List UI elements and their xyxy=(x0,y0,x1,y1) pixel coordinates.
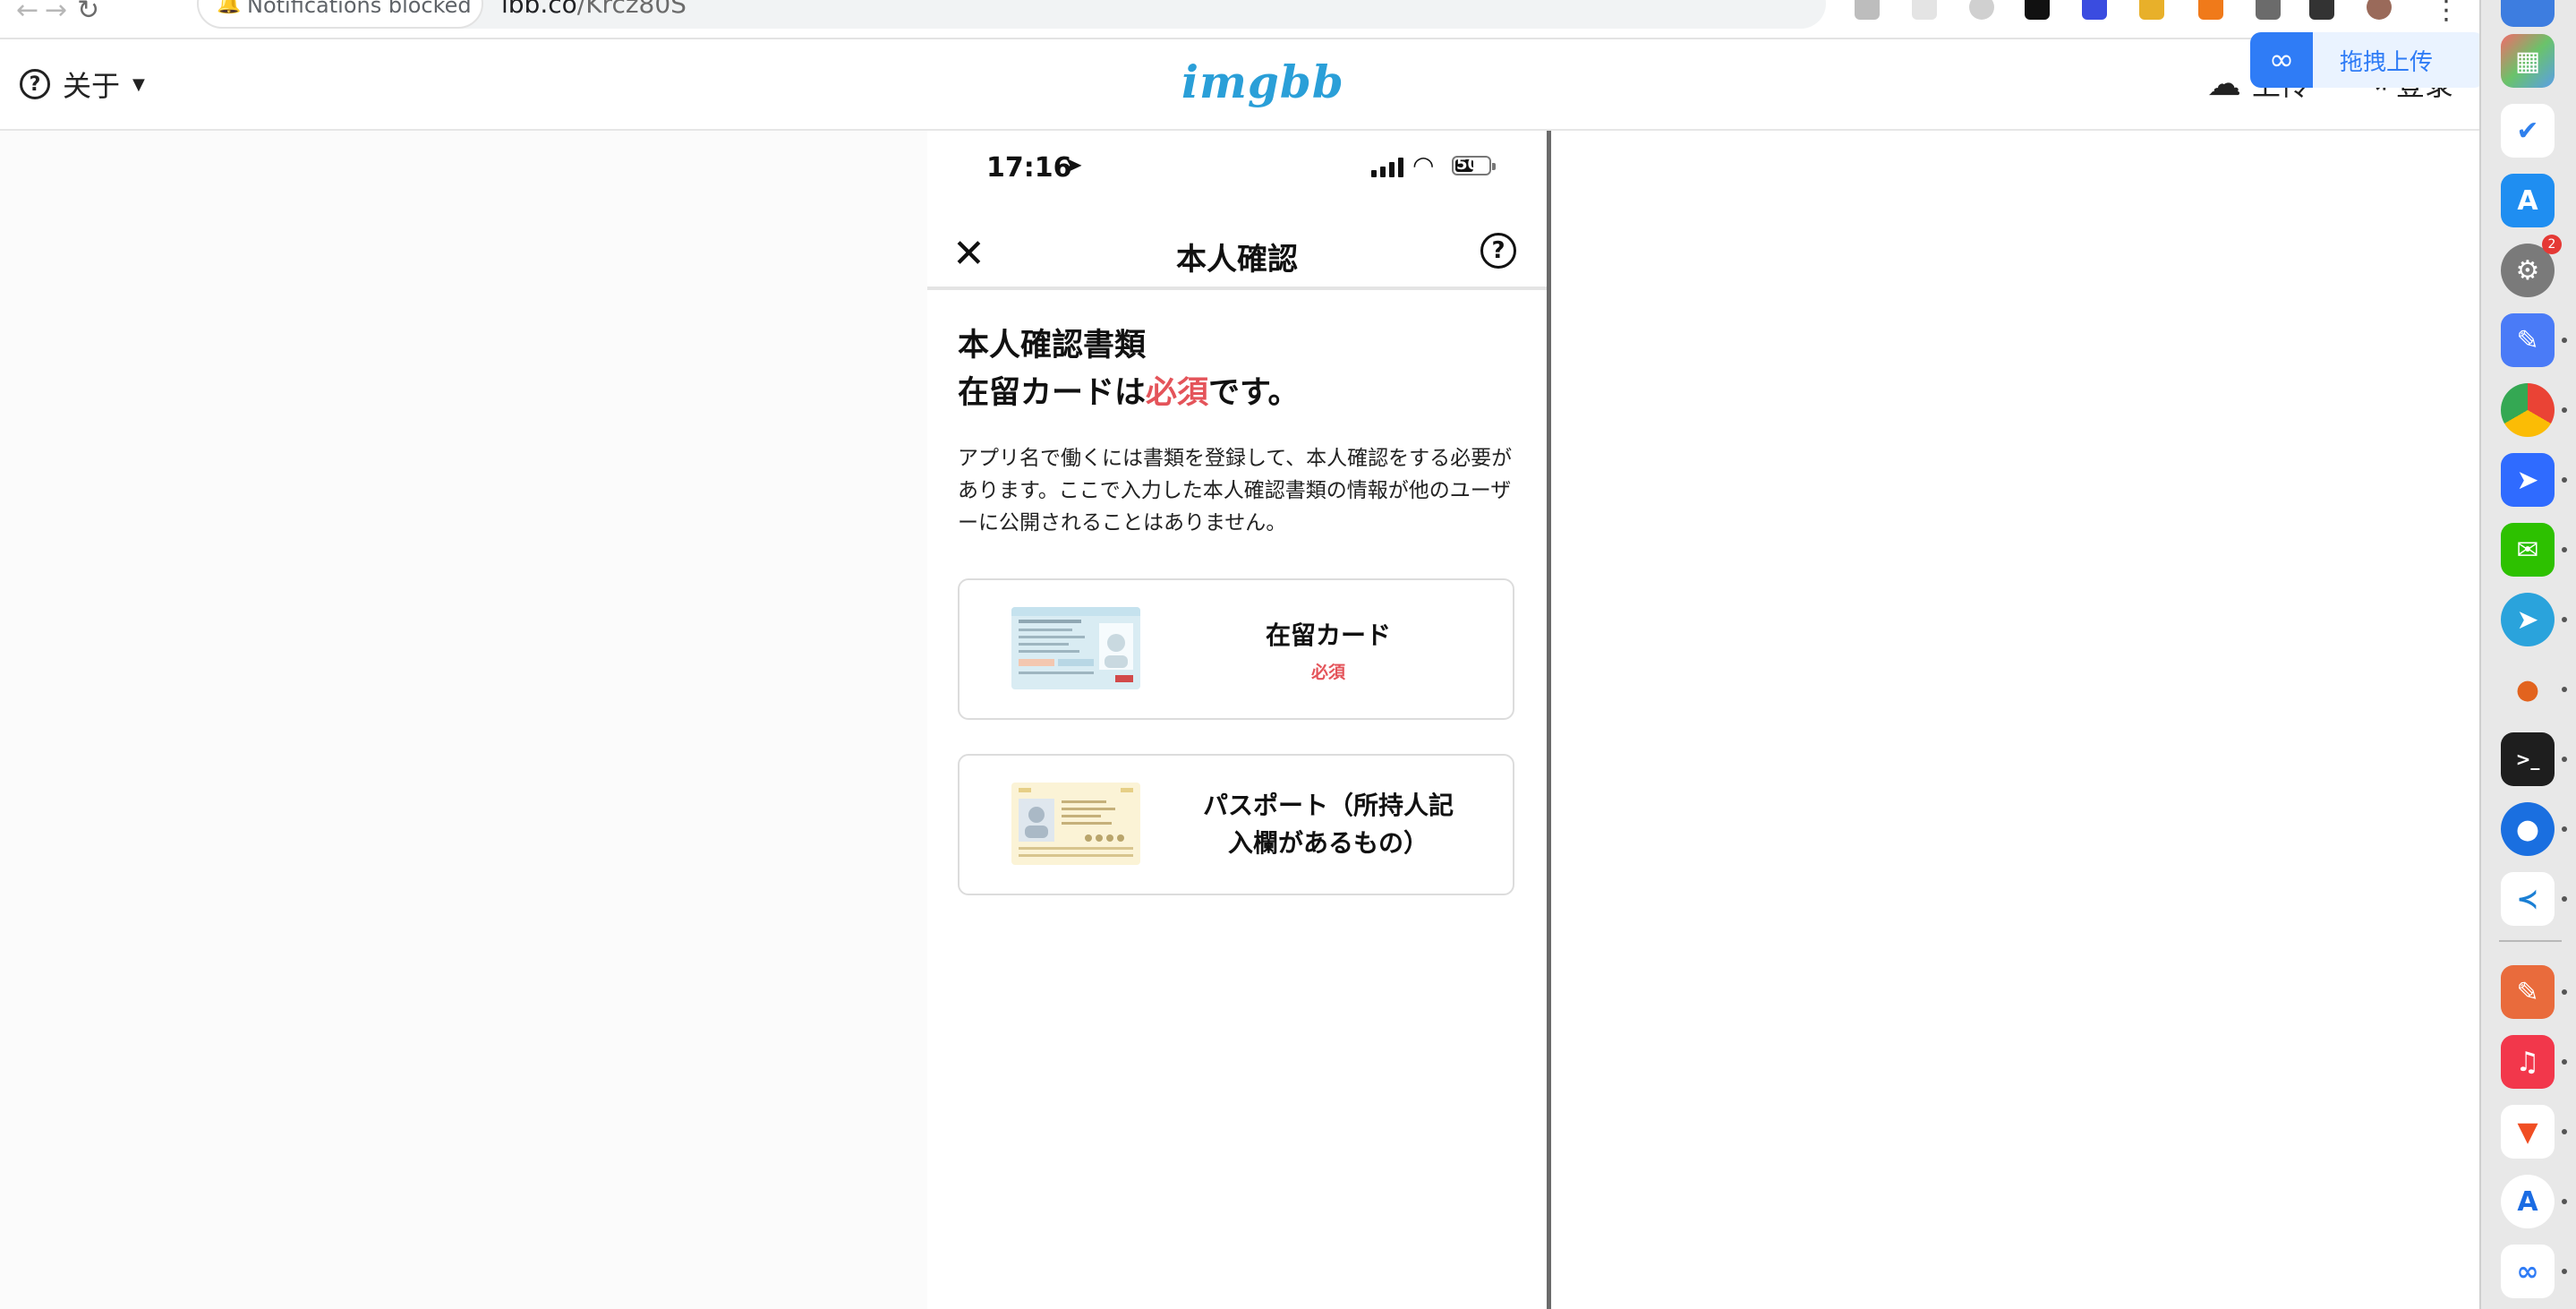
reload-icon[interactable]: ↻ xyxy=(77,0,99,26)
about-menu[interactable]: ? 关于 ▼ xyxy=(20,64,145,104)
address-bar[interactable]: 🔔 Notifications blocked ibb.co/Krcz80S ⇪… xyxy=(197,0,1826,29)
camera-extension-icon[interactable] xyxy=(1855,0,1880,20)
pencil-extension-icon[interactable] xyxy=(2139,0,2164,20)
baidu-cloud-icon: ∞ xyxy=(2250,32,2313,88)
baidu-drag-upload-popup[interactable]: ∞ 拖拽上传 xyxy=(2250,32,2485,88)
app-bar: ✕ 本人確認 ? xyxy=(927,215,1547,290)
bell-icon: 🔔 xyxy=(217,0,242,15)
brave-lion-icon[interactable]: ▼ xyxy=(2501,1105,2555,1159)
residence-card-label: 在留カード xyxy=(1265,620,1391,650)
passport-option[interactable]: パスポート（所持人記 入欄があるもの） xyxy=(958,754,1514,895)
url-path: /Krcz80S xyxy=(576,0,687,19)
metamask-extension-icon[interactable] xyxy=(2198,0,2223,20)
music-icon[interactable]: ♫ xyxy=(2501,1035,2555,1089)
puzzle-extensions-icon[interactable] xyxy=(2256,0,2281,20)
running-dot xyxy=(2562,1059,2567,1065)
required-highlight: 必須 xyxy=(1146,375,1209,411)
launchpad-icon[interactable]: ▦ xyxy=(2501,34,2555,88)
running-dot xyxy=(2562,547,2567,552)
chrome-icon[interactable] xyxy=(2501,383,2555,437)
help-icon[interactable]: ? xyxy=(1480,233,1516,269)
passport-thumbnail xyxy=(1011,783,1140,865)
imgbb-logo[interactable]: imgbb xyxy=(1181,56,1344,108)
dock-separator xyxy=(2499,940,2562,942)
forward-icon[interactable]: → xyxy=(45,0,67,26)
location-arrow-icon: ➤ xyxy=(1063,152,1083,179)
required-badge: 必須 xyxy=(1310,663,1345,682)
profile-avatar[interactable] xyxy=(2367,0,2392,20)
uploaded-phone-screenshot: 17:16 ➤ ◠ 50 ✕ 本人確認 ? 本人確認書類 在留カードは必須です。… xyxy=(927,131,1547,1309)
notes-pen-icon[interactable]: ✎ xyxy=(2501,313,2555,367)
vscode-icon[interactable]: ≺ xyxy=(2501,872,2555,926)
back-icon[interactable]: ← xyxy=(16,0,38,26)
question-circle-icon: ? xyxy=(20,69,50,99)
finder-icon[interactable] xyxy=(2501,0,2555,27)
code-extension-icon[interactable] xyxy=(1969,0,1994,20)
battery-icon: 50 xyxy=(1452,155,1496,175)
sidepanel-icon[interactable] xyxy=(2309,0,2334,20)
a-extension-icon[interactable] xyxy=(2082,0,2107,20)
browser-toolbar: ← → ↻ 🔔 Notifications blocked ibb.co/Krc… xyxy=(0,0,2479,39)
heading-suffix: です。 xyxy=(1208,375,1300,411)
running-dot xyxy=(2562,687,2567,692)
xcode-icon[interactable]: A xyxy=(2501,1175,2555,1228)
heading-prefix: 在留カードは xyxy=(958,375,1147,411)
running-dot xyxy=(2562,989,2567,995)
wechat-icon[interactable]: ✉ xyxy=(2501,523,2555,577)
running-dot xyxy=(2562,338,2567,343)
running-dot xyxy=(2562,407,2567,413)
section-heading: 本人確認書類 在留カードは必須です。 xyxy=(958,322,1300,417)
l-extension-icon[interactable] xyxy=(2025,0,2050,20)
settings-badge: 2 xyxy=(2542,235,2562,254)
cloud-upload-icon: ☁ xyxy=(2207,64,2241,103)
running-dot xyxy=(2562,617,2567,622)
notifications-blocked-chip[interactable]: 🔔 Notifications blocked xyxy=(197,0,483,29)
residence-card-thumbnail xyxy=(1011,607,1140,689)
caret-down-icon: ▼ xyxy=(132,74,145,94)
chrome-menu-icon[interactable]: ⋮ xyxy=(2433,0,2460,26)
running-dot xyxy=(2562,1269,2567,1274)
about-label: 关于 xyxy=(63,69,121,103)
heading-line1: 本人確認書類 xyxy=(958,328,1147,364)
lark-icon[interactable]: ➤ xyxy=(2501,453,2555,507)
passport-label-line2: 入欄があるもの） xyxy=(1227,828,1429,858)
wifi-icon: ◠ xyxy=(1412,150,1435,180)
running-dot xyxy=(2562,826,2567,832)
paw-pen-icon[interactable]: ✎ xyxy=(2501,965,2555,1019)
description-text: アプリ名で働くには書類を登録して、本人確認をする必要があります。ここで入力した本… xyxy=(958,447,1513,535)
status-time: 17:16 xyxy=(986,152,1072,184)
cellular-signal-icon xyxy=(1371,158,1403,177)
running-dot xyxy=(2562,1129,2567,1134)
screen-title: 本人確認 xyxy=(1176,242,1298,278)
baidu-netdisk-icon[interactable]: ∞ xyxy=(2501,1245,2555,1298)
notifications-blocked-label: Notifications blocked xyxy=(247,0,472,18)
maps-pin-icon[interactable]: ● xyxy=(2501,802,2555,856)
site-header: ? 关于 ▼ imgbb ☁ 上传 ⇥ 登录 xyxy=(0,39,2479,131)
url-text[interactable]: ibb.co/Krcz80S xyxy=(501,0,687,19)
running-dot xyxy=(2562,896,2567,902)
grid-extension-icon[interactable] xyxy=(1912,0,1937,20)
running-dot xyxy=(2562,1199,2567,1204)
image-edge-divider xyxy=(1547,131,1551,1309)
macos-dock: ▦ ✔ A ⚙ 2 ✎ ➤ ✉ ➤ ● >_ ● ≺ ✎ ♫ ▼ A ∞ xyxy=(2479,0,2576,1309)
todo-check-icon[interactable]: ✔ xyxy=(2501,104,2555,158)
running-dot xyxy=(2562,477,2567,483)
drag-upload-label: 拖拽上传 xyxy=(2340,48,2434,76)
residence-card-option[interactable]: 在留カード 必須 xyxy=(958,578,1514,720)
url-domain: ibb.co xyxy=(501,0,577,19)
terminal-icon[interactable]: >_ xyxy=(2501,732,2555,786)
telegram-icon[interactable]: ➤ xyxy=(2501,593,2555,646)
battery-level: 50 xyxy=(1456,155,1480,174)
passport-label-line1: パスポート（所持人記 xyxy=(1202,791,1454,820)
running-dot xyxy=(2562,757,2567,762)
vpn-keyhole-icon[interactable]: ● xyxy=(2501,663,2555,716)
app-store-icon[interactable]: A xyxy=(2501,174,2555,227)
heading-line2: 在留カードは必須です。 xyxy=(958,370,1300,417)
page-background xyxy=(0,131,927,1309)
